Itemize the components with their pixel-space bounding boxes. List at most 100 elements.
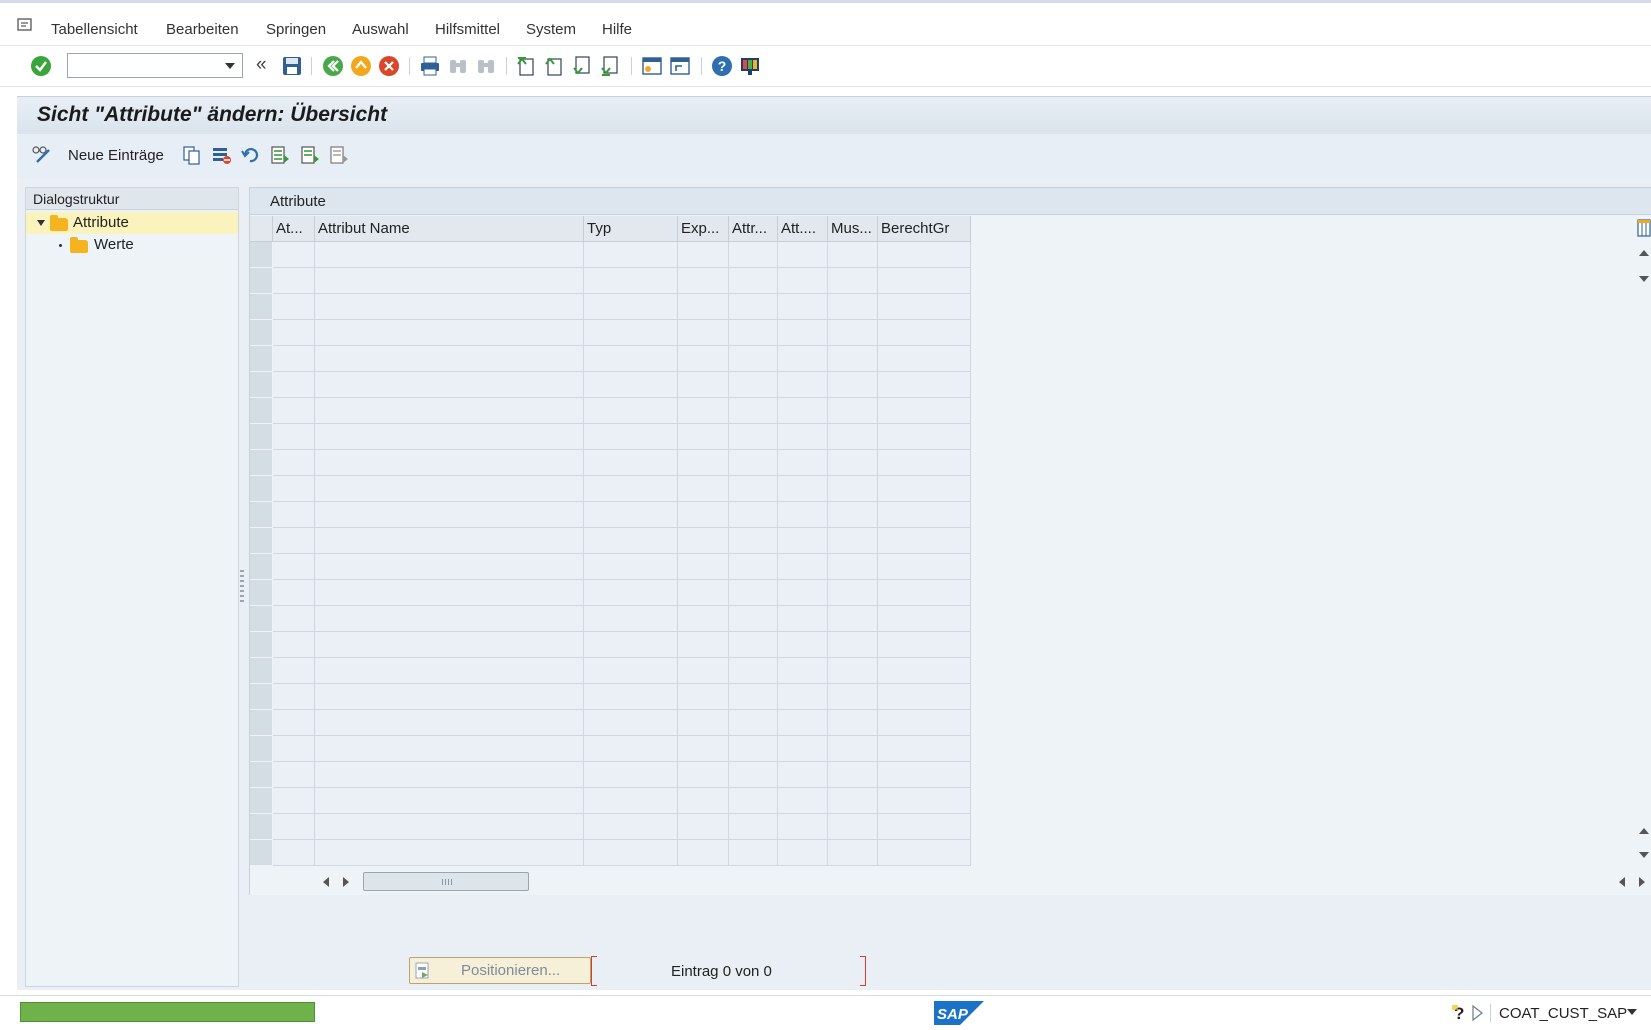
table-cell[interactable] [678, 424, 729, 450]
create-session-icon[interactable] [641, 55, 663, 77]
row-selector[interactable] [250, 710, 272, 736]
scroll-left-end-icon[interactable] [1619, 877, 1625, 887]
table-cell[interactable] [878, 424, 971, 450]
table-cell[interactable] [273, 502, 315, 528]
table-cell[interactable] [678, 268, 729, 294]
command-field[interactable] [67, 53, 243, 78]
chevron-down-icon[interactable] [225, 63, 235, 69]
table-cell[interactable] [828, 476, 878, 502]
table-cell[interactable] [678, 632, 729, 658]
table-cell[interactable] [778, 294, 828, 320]
table-cell[interactable] [315, 554, 584, 580]
table-cell[interactable] [273, 580, 315, 606]
table-cell[interactable] [878, 606, 971, 632]
table-cell[interactable] [315, 424, 584, 450]
table-cell[interactable] [678, 814, 729, 840]
table-cell[interactable] [828, 762, 878, 788]
scroll-up-icon[interactable] [1639, 250, 1649, 256]
delete-icon[interactable] [211, 145, 233, 165]
select-block-icon[interactable] [299, 145, 321, 165]
table-cell[interactable] [878, 346, 971, 372]
table-cell[interactable] [778, 762, 828, 788]
table-cell[interactable] [584, 450, 678, 476]
table-cell[interactable] [584, 268, 678, 294]
row-selector[interactable] [250, 684, 272, 710]
table-cell[interactable] [273, 632, 315, 658]
customize-layout-icon[interactable] [739, 55, 761, 77]
table-cell[interactable] [729, 476, 778, 502]
table-cell[interactable] [878, 788, 971, 814]
table-cell[interactable] [315, 476, 584, 502]
table-cell[interactable] [878, 814, 971, 840]
table-cell[interactable] [828, 450, 878, 476]
print-icon[interactable] [419, 55, 441, 77]
table-cell[interactable] [878, 372, 971, 398]
table-cell[interactable] [584, 684, 678, 710]
table-cell[interactable] [315, 294, 584, 320]
row-selector[interactable] [250, 788, 272, 814]
menu-bearbeiten[interactable]: Bearbeiten [166, 21, 239, 38]
table-cell[interactable] [778, 554, 828, 580]
table-cell[interactable] [778, 658, 828, 684]
table-cell[interactable] [778, 736, 828, 762]
next-page-icon[interactable] [571, 55, 593, 77]
table-cell[interactable] [828, 268, 878, 294]
row-selector[interactable] [250, 502, 272, 528]
table-cell[interactable] [878, 242, 971, 268]
row-selector[interactable] [250, 606, 272, 632]
table-cell[interactable] [729, 762, 778, 788]
chevron-down-icon[interactable] [1627, 1009, 1637, 1015]
table-cell[interactable] [878, 736, 971, 762]
save-icon[interactable] [281, 55, 303, 77]
table-cell[interactable] [729, 684, 778, 710]
table-cell[interactable] [315, 346, 584, 372]
table-cell[interactable] [678, 528, 729, 554]
table-cell[interactable] [778, 372, 828, 398]
table-cell[interactable] [729, 606, 778, 632]
table-cell[interactable] [315, 268, 584, 294]
row-selector[interactable] [250, 840, 272, 866]
table-cell[interactable] [828, 658, 878, 684]
column-header[interactable]: Mus... [828, 216, 878, 242]
table-cell[interactable] [273, 658, 315, 684]
table-cell[interactable] [273, 398, 315, 424]
row-selector[interactable] [250, 762, 272, 788]
row-selector[interactable] [250, 242, 272, 268]
table-cell[interactable] [778, 424, 828, 450]
table-cell[interactable] [778, 268, 828, 294]
table-cell[interactable] [878, 294, 971, 320]
vertical-scrollbar[interactable] [1637, 208, 1651, 858]
table-cell[interactable] [273, 294, 315, 320]
pane-splitter[interactable] [240, 570, 244, 604]
column-header[interactable]: Att.... [778, 216, 828, 242]
table-cell[interactable] [678, 710, 729, 736]
table-cell[interactable] [878, 502, 971, 528]
status-expand-icon[interactable] [1470, 1004, 1484, 1022]
position-button[interactable]: Positionieren... [409, 957, 591, 984]
table-cell[interactable] [273, 736, 315, 762]
horizontal-scrollbar[interactable] [323, 872, 1645, 892]
row-selector[interactable] [250, 424, 272, 450]
expand-triangle-icon[interactable] [37, 220, 45, 226]
table-cell[interactable] [729, 424, 778, 450]
table-cell[interactable] [729, 268, 778, 294]
table-cell[interactable] [778, 320, 828, 346]
table-cell[interactable] [678, 398, 729, 424]
table-cell[interactable] [828, 320, 878, 346]
table-cell[interactable] [584, 554, 678, 580]
table-cell[interactable] [878, 840, 971, 866]
table-cell[interactable] [315, 840, 584, 866]
table-cell[interactable] [584, 658, 678, 684]
row-selector[interactable] [250, 320, 272, 346]
table-cell[interactable] [878, 476, 971, 502]
table-cell[interactable] [828, 814, 878, 840]
table-cell[interactable] [729, 320, 778, 346]
menu-icon[interactable] [17, 17, 35, 33]
table-cell[interactable] [315, 580, 584, 606]
deselect-all-icon[interactable] [328, 145, 350, 165]
table-cell[interactable] [584, 476, 678, 502]
table-cell[interactable] [315, 606, 584, 632]
row-selector[interactable] [250, 632, 272, 658]
table-cell[interactable] [273, 320, 315, 346]
table-cell[interactable] [729, 398, 778, 424]
